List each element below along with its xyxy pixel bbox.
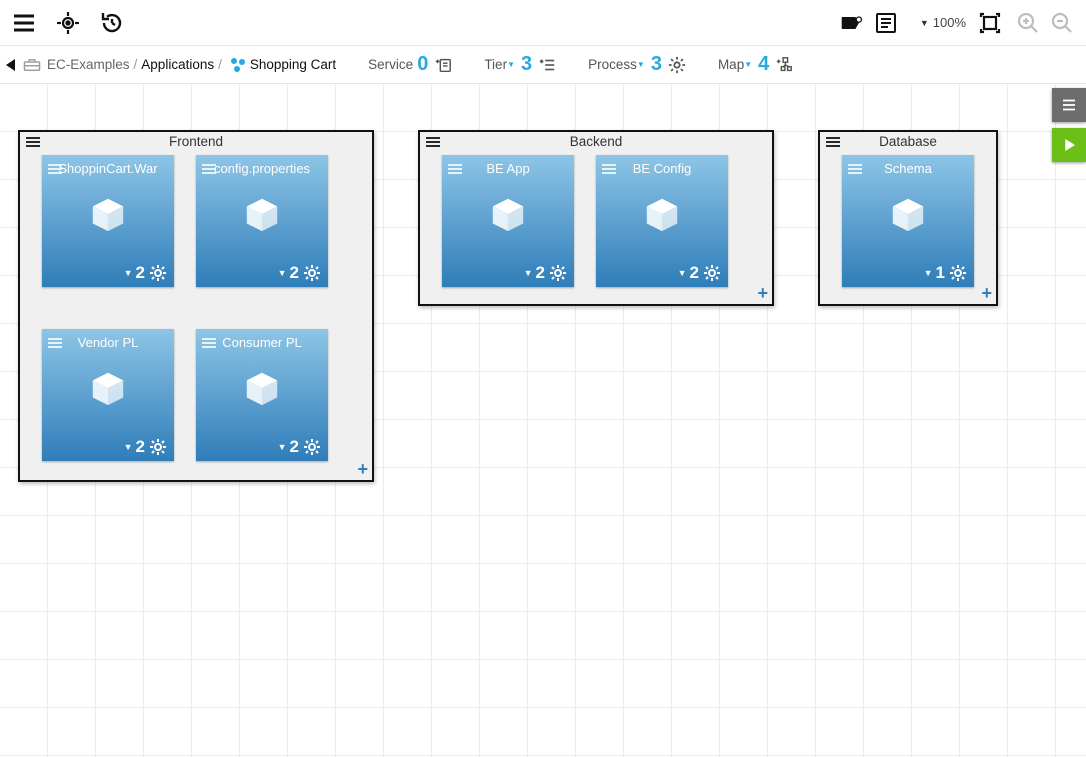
tier-title: Frontend	[169, 134, 223, 149]
card-count: 2	[536, 263, 545, 283]
breadcrumb-bar: EC-Examples / Applications / Shopping Ca…	[0, 46, 1086, 84]
breadcrumb-root[interactable]: EC-Examples	[47, 57, 130, 72]
component-card[interactable]: Vendor PL ▼2	[42, 329, 174, 461]
card-menu-icon[interactable]	[48, 335, 62, 353]
tier-menu-icon[interactable]	[426, 136, 440, 151]
card-count: 2	[690, 263, 699, 283]
component-card[interactable]: ShoppinCart.War ▼2	[42, 155, 174, 287]
stat-label: Process	[588, 57, 637, 72]
card-menu-icon[interactable]	[202, 161, 216, 179]
side-menu-button[interactable]	[1052, 88, 1086, 122]
stat-label: Tier	[484, 57, 507, 72]
breadcrumb-leaf[interactable]: Shopping Cart	[250, 57, 336, 72]
component-card[interactable]: config.properties ▼2	[196, 155, 328, 287]
briefcase-icon	[23, 58, 41, 72]
stat-count: 0	[417, 53, 428, 76]
menu-icon[interactable]	[8, 7, 40, 39]
tier-menu-icon[interactable]	[826, 136, 840, 151]
cube-icon	[842, 195, 974, 238]
card-menu-icon[interactable]	[448, 161, 462, 179]
stat-label: Map	[718, 57, 744, 72]
cube-icon	[442, 195, 574, 238]
add-map-icon[interactable]	[775, 56, 793, 74]
zoom-caret-icon[interactable]: ▼	[920, 18, 929, 28]
flag-icon[interactable]	[840, 7, 864, 39]
cube-icon	[42, 369, 174, 412]
card-count: 2	[290, 263, 299, 283]
card-count: 2	[136, 437, 145, 457]
card-menu-icon[interactable]	[602, 161, 616, 179]
fit-screen-icon[interactable]	[974, 7, 1006, 39]
caret-icon: ▼	[507, 60, 515, 69]
tier-menu-icon[interactable]	[26, 136, 40, 151]
notes-icon[interactable]	[870, 7, 902, 39]
stat-count: 3	[521, 53, 532, 76]
stat-service[interactable]: Service 0	[368, 53, 452, 76]
add-tier-icon[interactable]	[538, 56, 556, 74]
breadcrumb-sep: /	[218, 57, 222, 72]
stat-process[interactable]: Process ▼ 3	[588, 53, 686, 76]
cube-icon	[196, 369, 328, 412]
component-card[interactable]: BE App ▼2	[442, 155, 574, 287]
component-card[interactable]: BE Config ▼2	[596, 155, 728, 287]
top-toolbar: ▼ 100%	[0, 0, 1086, 46]
tier-add-icon[interactable]: +	[357, 460, 368, 478]
breadcrumb-mid[interactable]: Applications	[141, 57, 214, 72]
card-count: 1	[936, 263, 945, 283]
stat-count: 3	[651, 53, 662, 76]
caret-icon: ▼	[637, 60, 645, 69]
back-icon[interactable]	[6, 59, 15, 71]
component-card[interactable]: Consumer PL ▼2	[196, 329, 328, 461]
cube-icon	[596, 195, 728, 238]
card-menu-icon[interactable]	[202, 335, 216, 353]
stat-map[interactable]: Map ▼ 4	[718, 53, 793, 76]
app-icon	[230, 57, 246, 73]
card-menu-icon[interactable]	[48, 161, 62, 179]
component-card[interactable]: Schema ▼1	[842, 155, 974, 287]
stat-label: Service	[368, 57, 413, 72]
add-service-icon[interactable]	[434, 56, 452, 74]
zoom-in-icon[interactable]	[1012, 7, 1044, 39]
tier-add-icon[interactable]: +	[757, 284, 768, 302]
breadcrumb-sep: /	[134, 57, 138, 72]
stat-tier[interactable]: Tier ▼ 3	[484, 53, 556, 76]
tier-title: Database	[879, 134, 937, 149]
tier-title: Backend	[570, 134, 623, 149]
locate-icon[interactable]	[52, 7, 84, 39]
zoom-out-icon[interactable]	[1046, 7, 1078, 39]
card-menu-icon[interactable]	[848, 161, 862, 179]
stat-count: 4	[758, 53, 769, 76]
tier-add-icon[interactable]: +	[981, 284, 992, 302]
tier-frontend[interactable]: Frontend ShoppinCart.War ▼2 config.prope…	[18, 130, 374, 482]
run-button[interactable]	[1052, 128, 1086, 162]
tier-backend[interactable]: Backend BE App ▼2 BE Config ▼2 +	[418, 130, 774, 306]
tier-database[interactable]: Database Schema ▼1 +	[818, 130, 998, 306]
gear-icon[interactable]	[668, 56, 686, 74]
design-canvas[interactable]: Frontend ShoppinCart.War ▼2 config.prope…	[0, 84, 1086, 757]
refresh-icon[interactable]	[96, 7, 128, 39]
cube-icon	[196, 195, 328, 238]
card-count: 2	[290, 437, 299, 457]
caret-icon: ▼	[744, 60, 752, 69]
card-count: 2	[136, 263, 145, 283]
cube-icon	[42, 195, 174, 238]
zoom-level[interactable]: 100%	[933, 15, 966, 30]
